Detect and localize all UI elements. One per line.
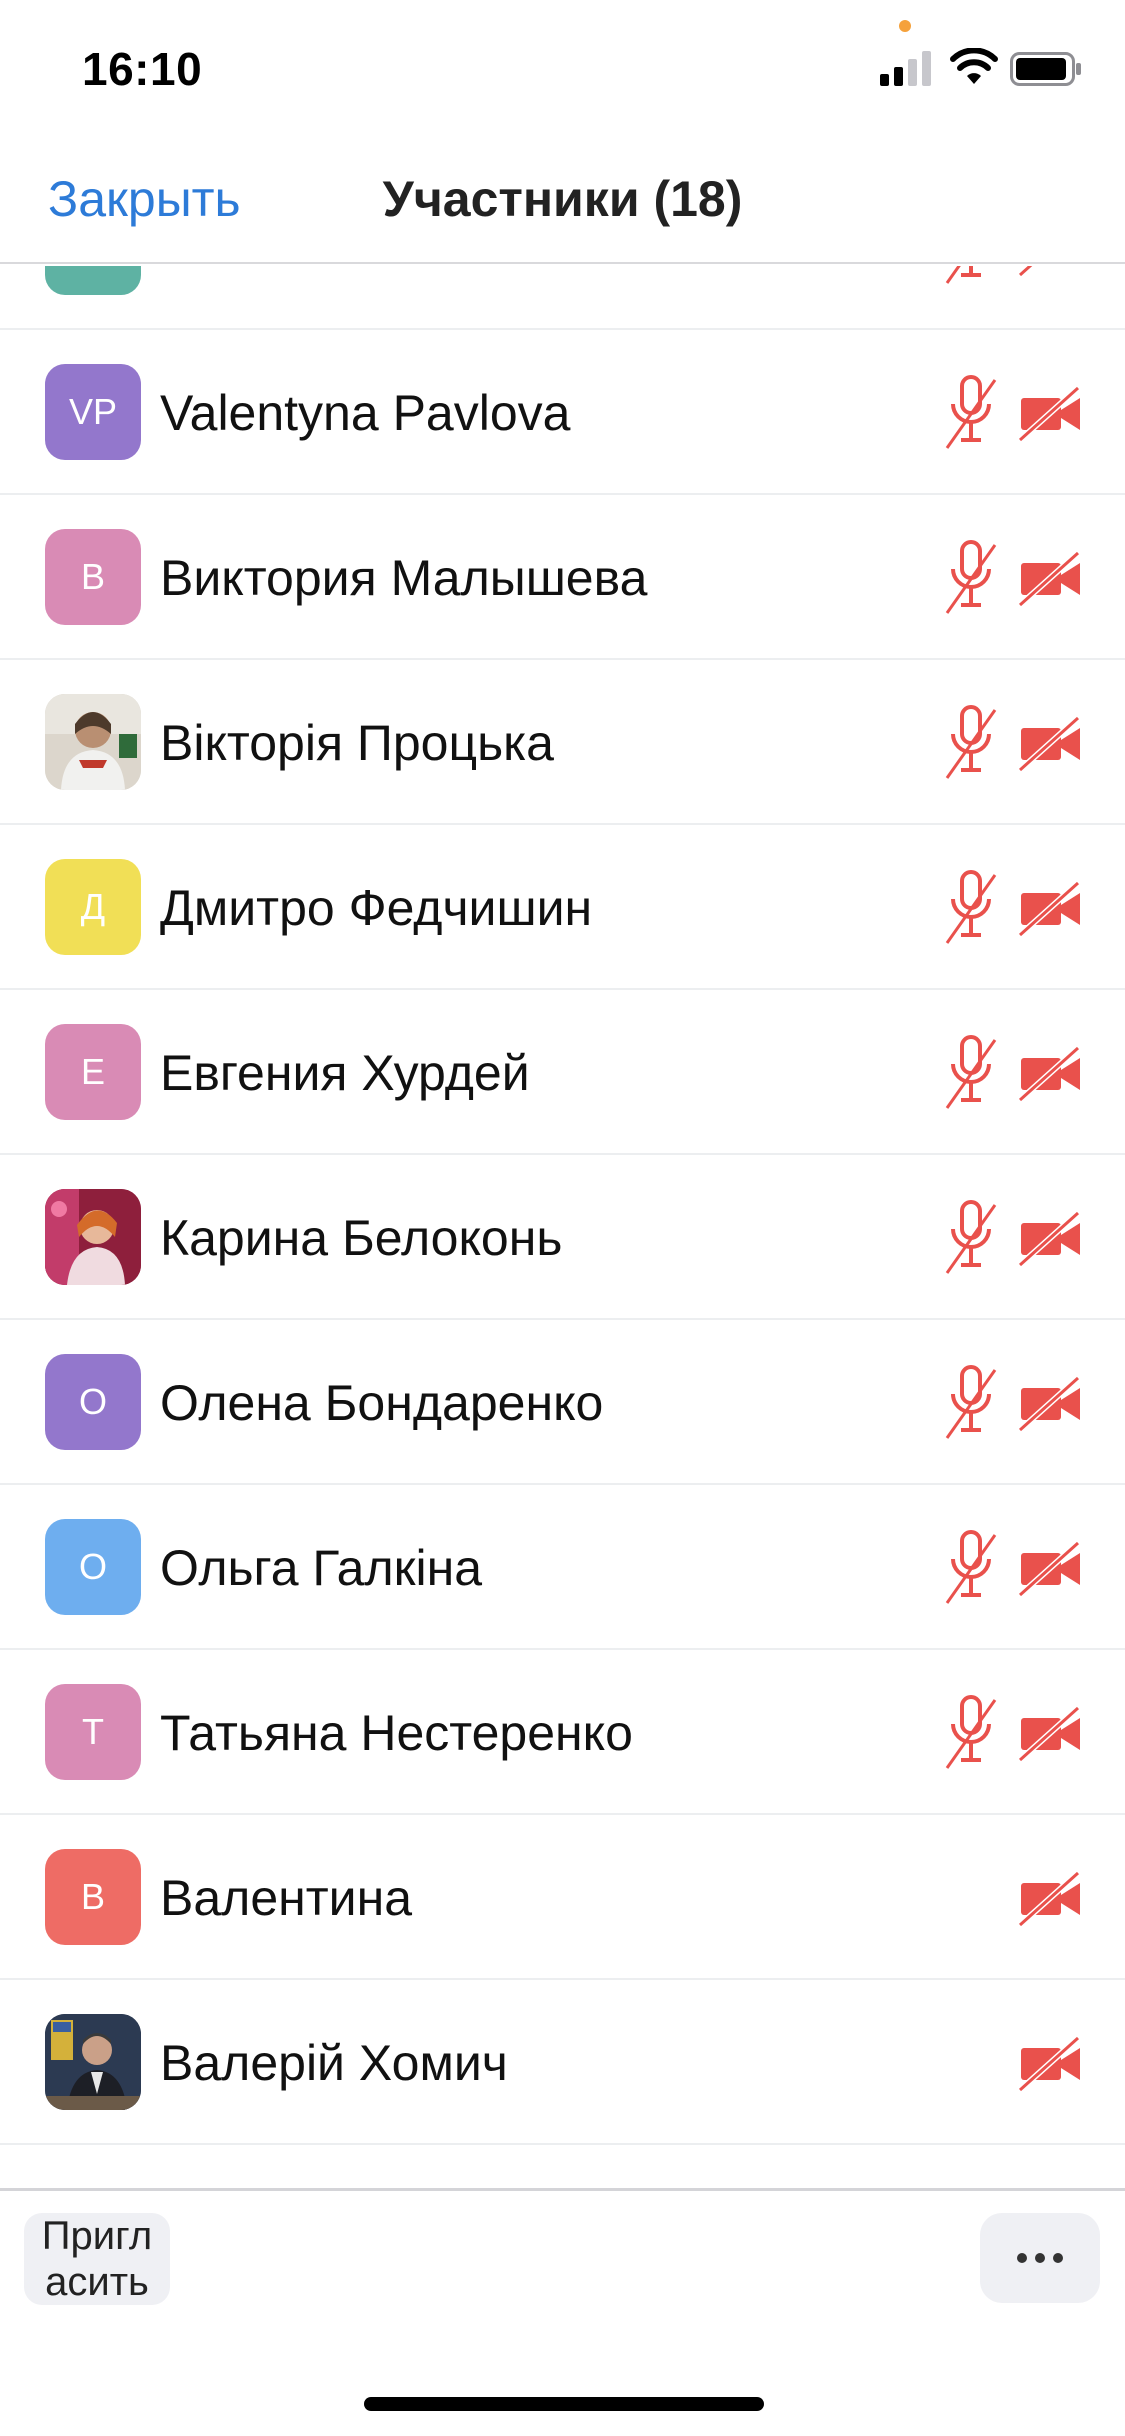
participant-name: Виктория Малышева	[160, 550, 648, 606]
participant-row[interactable]: О Олена Бондаренко	[0, 1320, 1125, 1485]
avatar: О	[45, 1354, 141, 1450]
video-off-icon	[1017, 2035, 1082, 2093]
avatar-initials: О	[78, 1546, 107, 1587]
avatar: Е	[45, 1024, 141, 1120]
mic-muted-icon	[945, 266, 997, 289]
mic-muted-icon	[945, 1364, 997, 1444]
video-off-icon	[1017, 385, 1082, 443]
avatar: Д	[45, 859, 141, 955]
avatar-initials: VP	[68, 391, 118, 432]
avatar-photo	[45, 694, 141, 790]
status-time: 16:10	[82, 43, 203, 95]
avatar-initials: VR	[68, 266, 118, 268]
video-off-icon	[1017, 715, 1082, 773]
mic-muted-icon	[945, 374, 997, 454]
avatar-initials: Е	[80, 1051, 105, 1092]
video-off-icon	[1017, 550, 1082, 608]
nav-bar: Закрыть Участники (18)	[0, 132, 1125, 264]
home-indicator	[364, 2397, 764, 2411]
participant-row[interactable]: VR Valentina Romakh	[0, 266, 1125, 330]
mic-muted-icon	[945, 869, 997, 949]
participant-row[interactable]: Д Дмитро Федчишин	[0, 825, 1125, 990]
participant-row[interactable]: Вікторія Процька	[0, 660, 1125, 825]
wifi-icon	[950, 48, 998, 84]
video-off-icon	[1017, 266, 1082, 278]
video-off-icon	[1017, 880, 1082, 938]
video-off-icon	[1017, 1045, 1082, 1103]
participant-row[interactable]: Т Татьяна Нестеренко	[0, 1650, 1125, 1815]
participant-name: Карина Белоконь	[160, 1210, 563, 1266]
avatar: В	[45, 529, 141, 625]
participant-name: Олена Бондаренко	[160, 1375, 604, 1431]
participant-list[interactable]: VR Valentina Romakh VP Valentyna Pavlova В Ви…	[0, 266, 1125, 2190]
avatar: В	[45, 1849, 141, 1945]
avatar-initials: В	[80, 556, 105, 597]
participant-row[interactable]: Е Евгения Хурдей	[0, 990, 1125, 1155]
more-button[interactable]	[980, 2213, 1100, 2303]
avatar: О	[45, 1519, 141, 1615]
participant-name: Valentina Romakh	[160, 266, 565, 277]
participant-name: Вікторія Процька	[160, 715, 554, 771]
video-off-icon	[1017, 1540, 1082, 1598]
video-off-icon	[1017, 1870, 1082, 1928]
participant-row[interactable]: Валерій Хомич	[0, 1980, 1125, 2145]
participant-name: Valentyna Pavlova	[160, 385, 571, 441]
avatar-initials: Т	[82, 1711, 104, 1752]
status-bar: 16:10	[0, 0, 1125, 132]
participant-row[interactable]: Карина Белоконь	[0, 1155, 1125, 1320]
avatar-initials: О	[78, 1381, 107, 1422]
avatar-photo	[45, 1189, 141, 1285]
video-off-icon	[1017, 1210, 1082, 1268]
participant-name: Татьяна Нестеренко	[160, 1705, 633, 1761]
mic-muted-icon	[945, 1694, 997, 1774]
mic-muted-icon	[945, 704, 997, 784]
mic-muted-icon	[945, 1199, 997, 1279]
invite-button[interactable]: Пригл асить	[24, 2213, 170, 2305]
battery-icon	[1010, 52, 1081, 86]
participant-name: Валентина	[160, 1870, 413, 1926]
mic-muted-icon	[945, 539, 997, 619]
ellipsis-icon	[1017, 2253, 1063, 2263]
cellular-signal-icon	[880, 51, 931, 86]
avatar: VR	[45, 266, 141, 295]
avatar-initials: Д	[80, 886, 106, 927]
participant-name: Валерій Хомич	[160, 2035, 508, 2091]
mic-muted-icon	[945, 1034, 997, 1114]
avatar-initials: В	[80, 1876, 105, 1917]
participant-row[interactable]: VP Valentyna Pavlova	[0, 330, 1125, 495]
participant-row[interactable]: О Ольга Галкіна	[0, 1485, 1125, 1650]
participant-row[interactable]: В Виктория Малышева	[0, 495, 1125, 660]
video-off-icon	[1017, 1375, 1082, 1433]
privacy-indicator-dot	[899, 20, 911, 32]
avatar-photo	[45, 2014, 141, 2110]
avatar: Т	[45, 1684, 141, 1780]
participant-row[interactable]: В Валентина	[0, 1815, 1125, 1980]
participant-name: Евгения Хурдей	[160, 1045, 530, 1101]
video-off-icon	[1017, 1705, 1082, 1763]
page-title: Участники (18)	[382, 171, 743, 227]
participant-name: Дмитро Федчишин	[160, 880, 593, 936]
avatar: VP	[45, 364, 141, 460]
mic-muted-icon	[945, 1529, 997, 1609]
participant-name: Ольга Галкіна	[160, 1540, 483, 1596]
